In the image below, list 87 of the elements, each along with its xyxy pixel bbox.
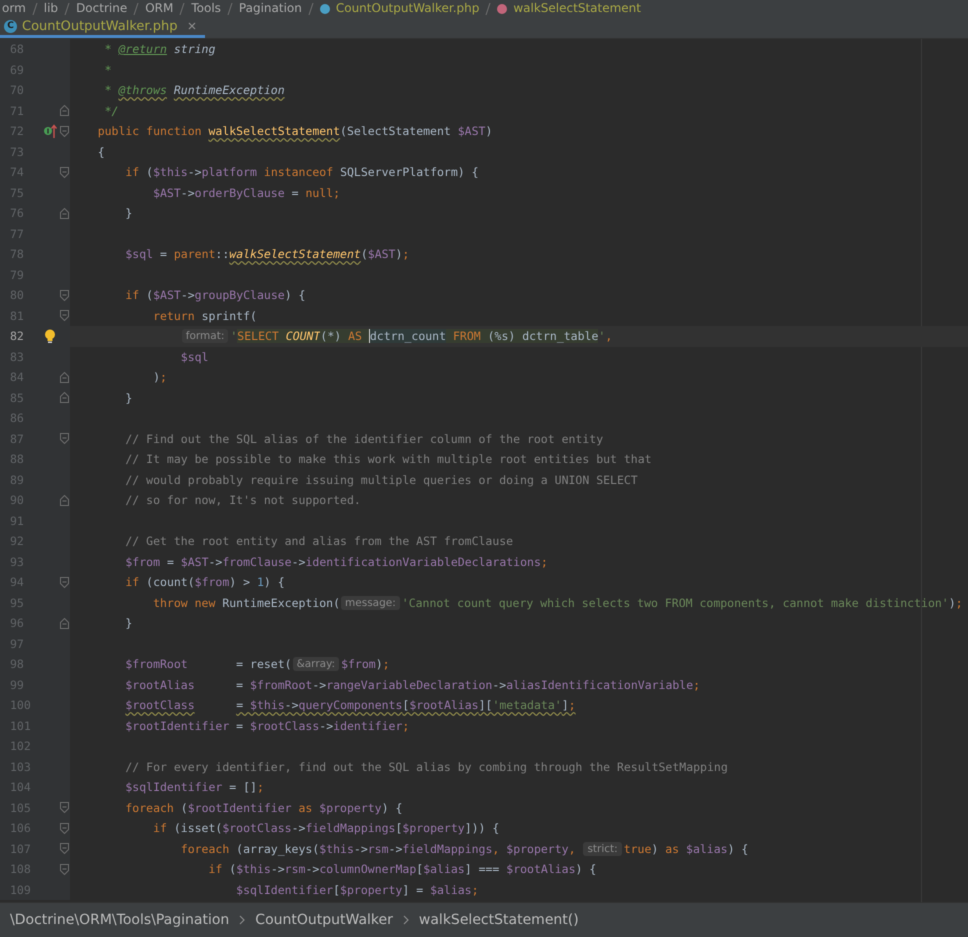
code-text: // so for now, It's not supported.: [124, 493, 361, 508]
code-text: // It may be possible to make this work with multiple root entities but that: [124, 452, 652, 466]
fold-marker-icon[interactable]: [60, 208, 69, 219]
code-text: throw new RuntimeException(: [152, 596, 340, 610]
code-text: if (count($from) > 1) {: [124, 575, 285, 590]
parameter-hint: message:: [341, 596, 400, 610]
class-file-icon: C: [4, 20, 17, 32]
code-text: *: [104, 62, 112, 77]
code-text: if ($this->rsm->columnOwnerMap[$alias] === $rootAlias) {: [207, 862, 596, 876]
code-text: foreach (array_keys($this->rsm->fieldMappings, $property,: [180, 842, 577, 856]
code-text: * @throws RuntimeException: [104, 83, 285, 98]
code-text: 'SELECT COUNT(*) AS dctrn_count FROM (%s) dctrn_table',: [230, 329, 612, 344]
code-text: }: [124, 206, 132, 220]
fold-marker-icon[interactable]: [60, 105, 69, 116]
fold-marker-icon[interactable]: [60, 290, 69, 301]
nav-item[interactable]: orm: [2, 1, 26, 16]
code-text: $from);: [341, 657, 390, 672]
code-text: $rootAlias = $fromRoot->rangeVariableDeclaration->aliasIdentificationVariable;: [124, 678, 700, 692]
nav-item[interactable]: ORM: [145, 1, 174, 16]
fold-marker-icon[interactable]: [60, 372, 69, 383]
nav-item[interactable]: lib: [44, 1, 58, 16]
code-text: );: [152, 370, 167, 384]
fold-marker-icon[interactable]: [60, 310, 69, 322]
code-text: $AST->orderByClause = null;: [152, 186, 340, 200]
file-tab[interactable]: C CountOutputWalker.php: [0, 17, 205, 38]
code-text: 'Cannot count query which selects two FROM components, cannot make distinction');: [402, 596, 963, 610]
separator-icon: [64, 2, 70, 14]
fold-marker-icon[interactable]: [60, 802, 69, 814]
breadcrumb-item[interactable]: \Doctrine\ORM\Tools\Pagination: [10, 912, 230, 928]
parameter-hint: format:: [182, 329, 228, 344]
code-text: }: [124, 390, 132, 405]
code-text: return sprintf(: [152, 308, 257, 323]
code-text: $sqlIdentifier[$property] = $alias;: [235, 882, 479, 897]
code-text: if ($AST->groupByClause) {: [124, 288, 306, 302]
fold-marker-icon[interactable]: [60, 864, 69, 875]
nav-item[interactable]: walkSelectStatement: [513, 1, 641, 16]
code-text: $sqlIdentifier = [];: [124, 780, 264, 794]
breadcrumb-item[interactable]: CountOutputWalker: [255, 912, 393, 928]
code-text: $rootClass = $this->queryComponents[$rootAlias]['metadata'];: [124, 698, 576, 712]
code-text: // would probably require issuing multiple queries or doing a UNION SELECT: [124, 472, 638, 487]
separator-icon: [179, 2, 186, 14]
parameter-hint: strict:: [583, 842, 622, 856]
code-text: // For every identifier, find out the SQL alias by combing through the ResultSetMapping: [124, 760, 728, 774]
code-text: }: [124, 616, 132, 630]
code-text: $rootIdentifier = $rootClass->identifier;: [124, 718, 410, 733]
fold-marker-icon[interactable]: [60, 392, 69, 404]
file-icon: [320, 4, 330, 14]
code-text: foreach ($rootIdentifier as $property) {: [124, 800, 402, 815]
code-text: public function walkSelectStatement(SelectStatement $AST): [96, 124, 492, 138]
separator-icon: [226, 2, 233, 14]
code-text: * @return string: [104, 42, 216, 56]
nav-item[interactable]: Tools: [191, 1, 221, 16]
nav-item[interactable]: Pagination: [238, 1, 302, 16]
fold-marker-icon[interactable]: [60, 822, 69, 834]
fold-marker-icon[interactable]: [60, 494, 69, 506]
separator-icon: [485, 2, 492, 14]
code-text: true) as $alias) {: [624, 842, 748, 856]
chevron-icon: [239, 915, 246, 925]
code-text: {: [96, 144, 105, 159]
code-text: */: [104, 104, 118, 118]
code-text: $from = $AST->fromClause->identificationVariableDeclarations;: [124, 554, 548, 569]
fold-marker-icon[interactable]: [60, 433, 69, 444]
line-number: 82: [9, 329, 25, 344]
chevron-icon: [402, 915, 409, 925]
code-text: // Find out the SQL alias of the identifier column of the root entity: [124, 432, 604, 446]
code-text: // Get the root entity and alias from the AST fromClause: [124, 534, 514, 548]
fold-marker-icon[interactable]: [60, 618, 69, 629]
method-icon: [497, 4, 508, 14]
separator-icon: [308, 2, 314, 14]
separator-icon: [32, 2, 38, 14]
nav-item[interactable]: Doctrine: [76, 1, 128, 16]
parameter-hint: &array:: [292, 657, 340, 672]
code-text: $sql: [180, 350, 208, 364]
fold-marker-icon[interactable]: [60, 166, 69, 178]
code-text: $sql = parent::walkSelectStatement($AST);: [124, 247, 410, 262]
code-text: $fromRoot = reset(: [124, 657, 292, 672]
code-text: if (isset($rootClass->fieldMappings[$property])) {: [152, 821, 500, 836]
circle-up-arrow-icon[interactable]: [42, 123, 58, 140]
lightbulb-icon[interactable]: [44, 329, 56, 344]
code-text: if ($this->platform instanceof SQLServerPlatform) {: [124, 165, 479, 180]
fold-marker-icon[interactable]: [60, 576, 69, 588]
fold-marker-icon[interactable]: [60, 843, 69, 854]
separator-icon: [133, 2, 140, 14]
fold-marker-icon[interactable]: [60, 126, 69, 137]
close-icon[interactable]: [188, 22, 196, 30]
nav-item[interactable]: CountOutputWalker.php: [336, 1, 480, 16]
breadcrumb-item[interactable]: walkSelectStatement(): [418, 912, 579, 928]
